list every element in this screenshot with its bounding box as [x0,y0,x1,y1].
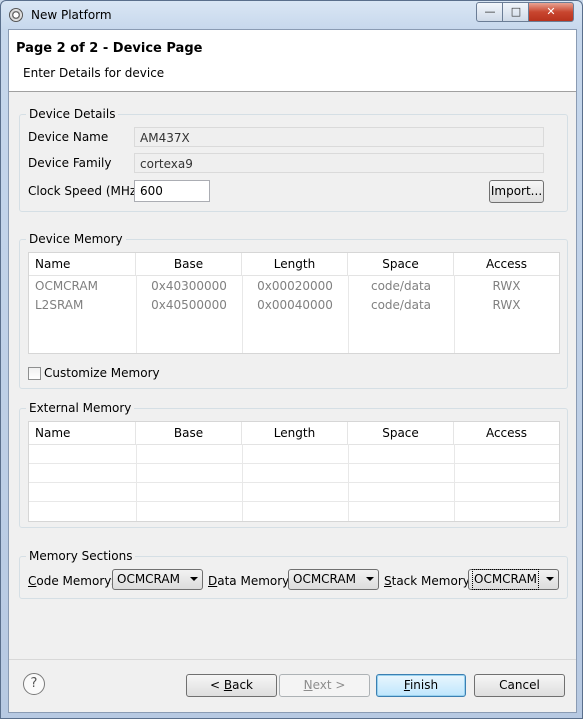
stack-mnemonic: S [384,574,392,588]
column-header[interactable]: Space [348,422,454,444]
device-details-group: Device Details Device Name AM437X Device… [19,107,568,212]
column-header[interactable]: Length [242,253,348,275]
back-label-text: ack [232,678,253,692]
next-button: Next > [279,674,370,697]
external-memory-table[interactable]: Name Base Length Space Access [28,421,560,522]
device-family-field: cortexa9 [134,153,544,173]
chevron-down-icon [190,577,198,581]
data-memory-select[interactable]: OCMCRAM [288,569,379,590]
memory-sections-label: Memory Sections [26,549,136,563]
column-header[interactable]: Base [136,253,242,275]
stack-memory-value: OCMCRAM [472,569,539,590]
finish-label-text: inish [409,678,439,692]
back-button[interactable]: < Back [186,674,277,697]
table-header: Name Base Length Space Access [29,253,559,276]
memory-sections-group: Memory Sections Code Memory: OCMCRAM Dat… [19,549,568,599]
back-prefix: < [209,678,224,692]
finish-button[interactable]: Finish [376,674,466,697]
minimize-button[interactable]: — [476,2,504,22]
cell-base: 0x40300000 [151,279,227,293]
wizard-header: Page 2 of 2 - Device Page Enter Details … [9,30,576,92]
cell-name: OCMCRAM [35,279,98,293]
device-memory-label: Device Memory [26,232,126,246]
cell-base: 0x40500000 [151,298,227,312]
code-memory-value: OCMCRAM [117,572,180,586]
import-button[interactable]: Import... [489,180,544,203]
code-memory-label: Code Memory: [28,574,115,588]
cell-space: code/data [370,298,431,312]
column-header[interactable]: Length [242,422,348,444]
column-header[interactable]: Space [348,253,454,275]
title-bar[interactable]: New Platform — □ ✕ [1,1,582,29]
column-header[interactable]: Base [136,422,242,444]
help-icon[interactable]: ? [23,673,45,695]
stack-memory-label: Stack Memory: [384,574,473,588]
code-label-text: ode Memory: [36,574,115,588]
row-divider [29,463,559,464]
chevron-down-icon [546,577,554,581]
dialog-body: Page 2 of 2 - Device Page Enter Details … [8,29,577,713]
column-header[interactable]: Access [454,253,559,275]
customize-memory-label[interactable]: Customize Memory [44,366,160,380]
table-header: Name Base Length Space Access [29,422,559,445]
cell-length: 0x00020000 [257,279,333,293]
next-label-text: ext > [312,678,346,692]
chevron-down-icon [366,577,374,581]
stack-label-text: tack Memory: [391,574,474,588]
column-header[interactable]: Name [29,422,136,444]
cell-space: code/data [370,279,431,293]
device-memory-group: Device Memory Name Base Length Space Acc… [19,232,568,389]
button-bar-separator [9,659,576,660]
cell-length: 0x00040000 [257,298,333,312]
external-memory-group: External Memory Name Base Length Space A… [19,401,568,528]
cell-access: RWX [492,298,521,312]
code-memory-select[interactable]: OCMCRAM [112,569,203,590]
new-platform-window: New Platform — □ ✕ Page 2 of 2 - Device … [0,0,583,719]
page-title: Page 2 of 2 - Device Page [16,41,203,56]
device-family-label: Device Family [28,156,112,170]
page-subtitle: Enter Details for device [23,66,165,80]
cell-access: RWX [492,279,521,293]
row-divider [29,501,559,502]
customize-memory-checkbox[interactable] [28,367,41,380]
column-header[interactable]: Name [29,253,136,275]
device-memory-table[interactable]: Name Base Length Space Access OCMCRAM 0x… [28,252,560,354]
device-name-label: Device Name [28,130,109,144]
back-mnemonic: B [223,678,233,692]
clock-speed-input[interactable]: 600 [134,180,210,202]
data-label-text: ata Memory: [217,574,293,588]
data-mnemonic: D [208,574,218,588]
maximize-button[interactable]: □ [502,2,530,22]
device-name-field: AM437X [134,127,544,147]
data-memory-value: OCMCRAM [293,572,356,586]
close-button[interactable]: ✕ [528,2,574,22]
cell-name: L2SRAM [35,298,84,312]
eclipse-icon [9,8,23,22]
window-title: New Platform [31,8,112,22]
clock-speed-label: Clock Speed (MHz) [28,184,141,198]
row-divider [29,482,559,483]
column-header[interactable]: Access [454,422,559,444]
device-details-label: Device Details [26,107,119,121]
external-memory-label: External Memory [26,401,135,415]
stack-memory-select[interactable]: OCMCRAM [468,569,559,590]
cancel-button[interactable]: Cancel [474,674,565,697]
data-memory-label: Data Memory: [208,574,292,588]
next-mnemonic: N [303,678,313,692]
